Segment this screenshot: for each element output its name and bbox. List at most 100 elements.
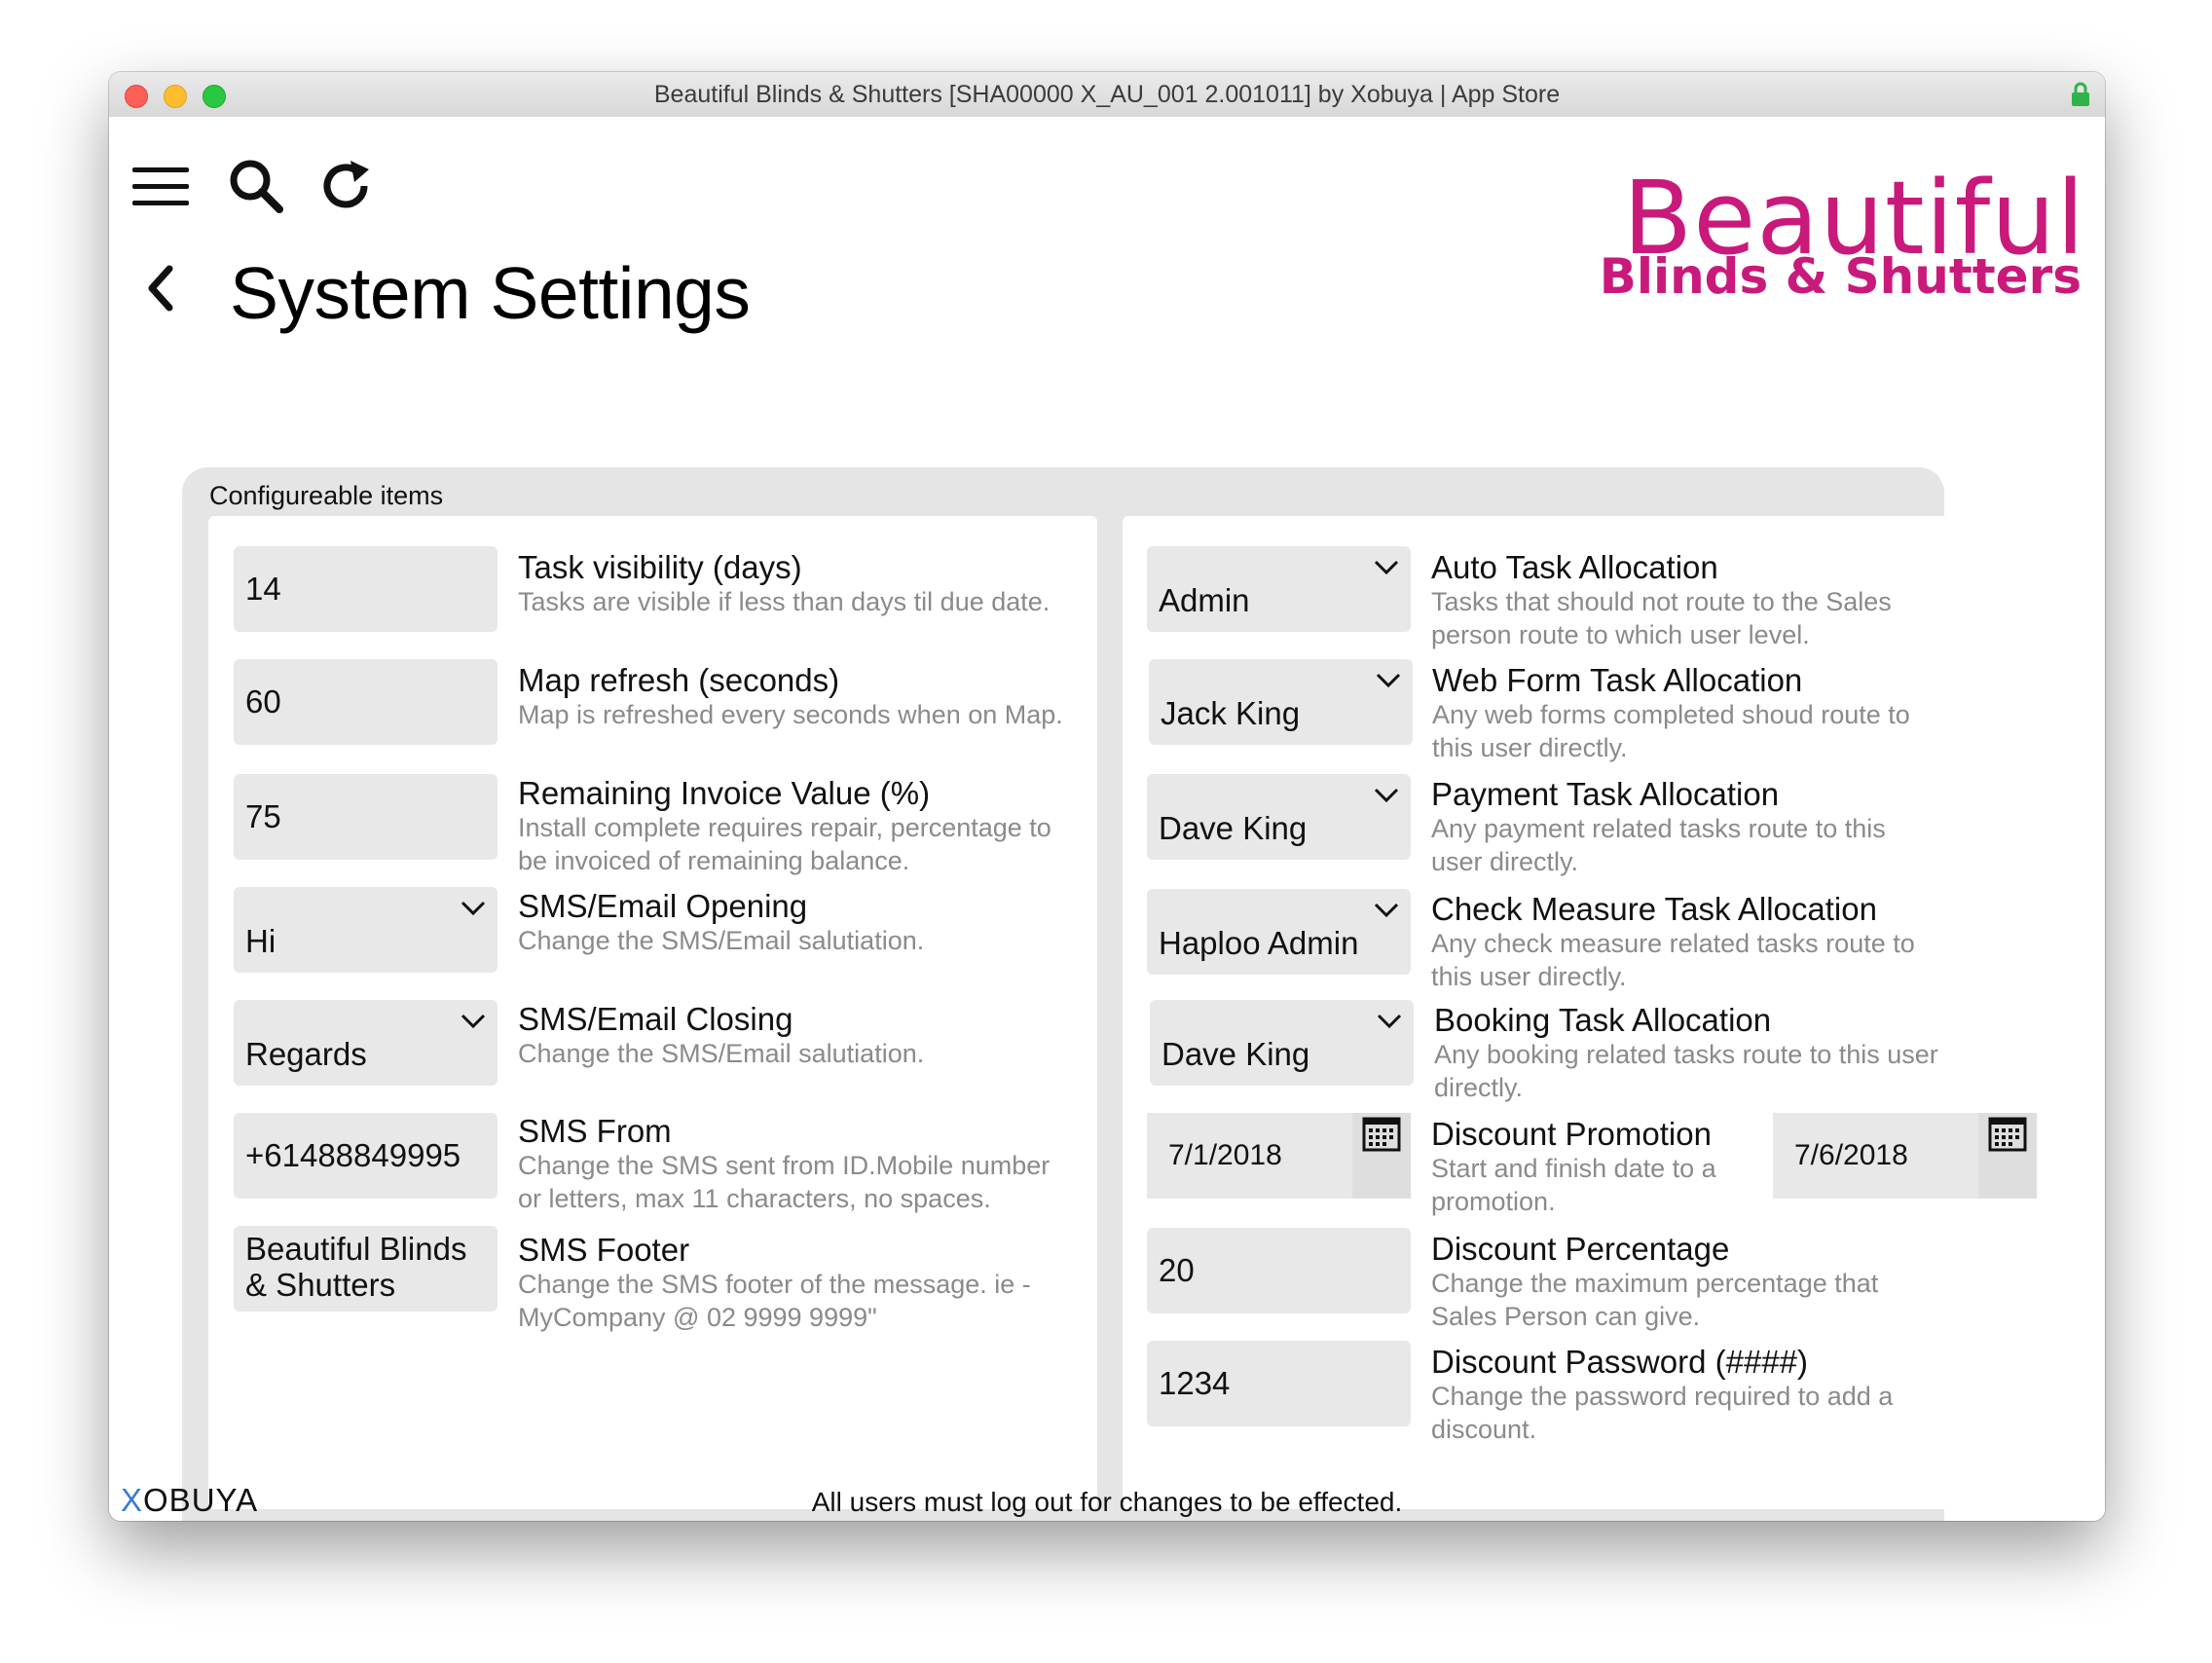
panel-label: Configureable items (209, 481, 444, 510)
promotion-end-date-input[interactable]: 7/6/2018 (1773, 1113, 2037, 1199)
date-picker-button[interactable] (1352, 1113, 1411, 1199)
setting-title: Map refresh (seconds) (518, 662, 840, 698)
sms-from-description: SMS From Change the SMS sent from ID.Mob… (518, 1114, 1063, 1215)
payment-allocation-description: Payment Task Allocation Any payment rela… (1431, 777, 1937, 878)
map-refresh-description: Map refresh (seconds) Map is refreshed e… (518, 663, 1063, 731)
field-value: Jack King (1161, 695, 1301, 731)
sms-opening-select[interactable]: Hi (234, 887, 498, 973)
right-settings-card: Admin Auto Task Allocation Tasks that sh… (1123, 516, 2037, 1509)
map-refresh-input[interactable]: 60 (234, 659, 498, 745)
search-icon[interactable] (226, 156, 286, 216)
discount-percentage-input[interactable]: 20 (1147, 1228, 1411, 1313)
setting-title: Auto Task Allocation (1431, 549, 1718, 585)
setting-help: Any payment related tasks route to this … (1431, 814, 1886, 876)
discount-percentage-description: Discount Percentage Change the maximum p… (1431, 1232, 1937, 1333)
setting-help: Any check measure related tasks route to… (1431, 929, 1915, 991)
setting-title: Task visibility (days) (518, 549, 802, 585)
setting-help: Change the SMS footer of the message. ie… (518, 1270, 1031, 1332)
sms-from-input[interactable]: +61488849995 (234, 1113, 498, 1199)
chevron-down-icon (1374, 560, 1399, 575)
field-value: 75 (245, 798, 281, 834)
field-value: 60 (245, 684, 281, 720)
sms-footer-input[interactable]: Beautiful Blinds & Shutters (234, 1226, 498, 1312)
field-value: Hi (245, 923, 276, 959)
chevron-down-icon (1374, 903, 1399, 918)
calendar-icon (1988, 1117, 2027, 1152)
check-measure-allocation-description: Check Measure Task Allocation Any check … (1431, 892, 1937, 993)
date-picker-button[interactable] (1978, 1113, 2037, 1199)
remaining-invoice-description: Remaining Invoice Value (%) Install comp… (518, 776, 1063, 877)
chevron-left-icon[interactable] (138, 259, 185, 317)
auto-task-allocation-select[interactable]: Admin (1147, 546, 1411, 632)
chevron-down-icon (461, 901, 486, 916)
left-settings-card: 14 Task visibility (days) Tasks are visi… (208, 516, 1097, 1509)
setting-help: Any web forms completed shoud route to t… (1432, 700, 1910, 762)
field-value: Regards (245, 1036, 367, 1072)
lock-icon (2072, 82, 2089, 106)
promotion-start-date-input[interactable]: 7/1/2018 (1147, 1113, 1411, 1199)
remaining-invoice-input[interactable]: 75 (234, 774, 498, 860)
configurable-items-panel: Configureable items 14 Task visibility (… (182, 467, 2037, 1521)
field-value: 7/1/2018 (1168, 1139, 1282, 1171)
footer-note: All users must log out for changes to be… (811, 1487, 1403, 1517)
sms-footer-description: SMS Footer Change the SMS footer of the … (518, 1233, 1063, 1334)
page-title: System Settings (230, 252, 751, 334)
field-value: 7/6/2018 (1794, 1139, 1908, 1171)
setting-title: Discount Promotion (1431, 1116, 1712, 1152)
setting-help: Change the SMS/Email salutiation. (518, 1039, 925, 1068)
app-content: System Settings Beautiful Blinds & Shutt… (109, 117, 2105, 1521)
booking-allocation-description: Booking Task Allocation Any booking rela… (1434, 1003, 1940, 1104)
chevron-down-icon (461, 1014, 486, 1029)
brand-logo-line2: Blinds & Shutters (1599, 248, 2082, 305)
window-title: Beautiful Blinds & Shutters [SHA00000 X_… (653, 81, 1561, 108)
app-window: Beautiful Blinds & Shutters [SHA00000 X_… (109, 72, 2105, 1521)
field-value: Haploo Admin (1159, 925, 1359, 961)
chevron-down-icon (1376, 673, 1401, 688)
setting-help: Any booking related tasks route to this … (1434, 1040, 1938, 1102)
payment-allocation-select[interactable]: Dave King (1147, 774, 1411, 860)
setting-title: Web Form Task Allocation (1432, 662, 1803, 698)
field-value: Admin (1159, 582, 1250, 618)
field-value: Beautiful Blinds & Shutters (245, 1231, 467, 1303)
setting-title: Payment Task Allocation (1431, 776, 1780, 812)
hamburger-menu-icon[interactable] (130, 156, 191, 216)
setting-help: Map is refreshed every seconds when on M… (518, 700, 1063, 729)
sms-closing-description: SMS/Email Closing Change the SMS/Email s… (518, 1002, 1063, 1070)
task-visibility-description: Task visibility (days) Tasks are visible… (518, 550, 1063, 618)
xobuya-logo: XOBUYA (121, 1482, 259, 1518)
chevron-down-icon (1374, 788, 1399, 803)
setting-title: Remaining Invoice Value (%) (518, 775, 931, 811)
setting-help: Change the SMS sent from ID.Mobile numbe… (518, 1151, 1051, 1213)
field-value: +61488849995 (245, 1137, 461, 1173)
setting-title: Discount Percentage (1431, 1231, 1730, 1267)
setting-help: Change the password required to add a di… (1431, 1382, 1894, 1444)
discount-password-input[interactable]: 1234 (1147, 1341, 1411, 1426)
title-bar: Beautiful Blinds & Shutters [SHA00000 X_… (109, 72, 2105, 118)
setting-title: Discount Password (####) (1431, 1344, 1809, 1380)
web-form-allocation-description: Web Form Task Allocation Any web forms c… (1432, 663, 1938, 764)
field-value: 20 (1159, 1252, 1195, 1288)
field-value: 1234 (1159, 1365, 1231, 1401)
task-visibility-input[interactable]: 14 (234, 546, 498, 632)
setting-help: Change the maximum percentage that Sales… (1431, 1269, 1879, 1331)
web-form-allocation-select[interactable]: Jack King (1149, 659, 1413, 745)
setting-help: Change the SMS/Email salutiation. (518, 926, 925, 955)
field-value: Dave King (1161, 1036, 1310, 1072)
check-measure-allocation-select[interactable]: Haploo Admin (1147, 889, 1411, 975)
setting-help: Install complete requires repair, percen… (518, 813, 1051, 875)
setting-title: SMS/Email Closing (518, 1001, 793, 1037)
refresh-icon[interactable] (316, 156, 377, 216)
field-value: 14 (245, 571, 281, 607)
sms-closing-select[interactable]: Regards (234, 1000, 498, 1086)
setting-title: SMS From (518, 1113, 672, 1149)
field-value: Dave King (1159, 810, 1308, 846)
setting-title: Check Measure Task Allocation (1431, 891, 1877, 927)
setting-help: Tasks are visible if less than days til … (518, 587, 1051, 616)
setting-title: SMS/Email Opening (518, 888, 808, 924)
calendar-icon (1362, 1117, 1401, 1152)
setting-help: Start and finish date to a promotion. (1431, 1154, 1716, 1216)
chevron-down-icon (1377, 1014, 1402, 1029)
setting-title: Booking Task Allocation (1434, 1002, 1772, 1038)
setting-title: SMS Footer (518, 1232, 690, 1268)
booking-allocation-select[interactable]: Dave King (1150, 1000, 1414, 1086)
